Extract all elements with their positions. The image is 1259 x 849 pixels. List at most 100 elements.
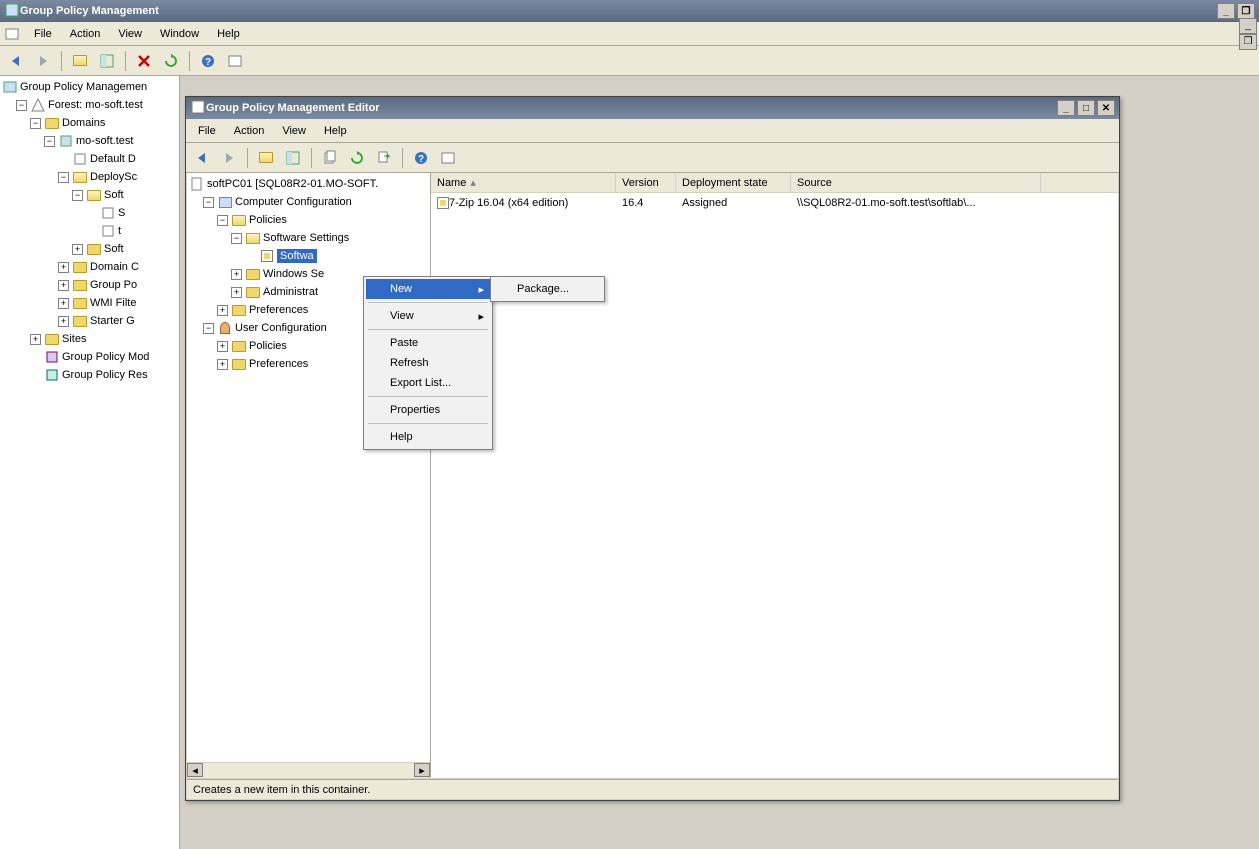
outer-tree[interactable]: Group Policy Managemen −Forest: mo-soft.… — [0, 76, 180, 849]
editor-tree-hscroll[interactable]: ◂ ▸ — [187, 762, 430, 778]
help-button[interactable]: ? — [196, 49, 220, 73]
outer-minimize-button[interactable]: _ — [1217, 3, 1235, 19]
ctx-help[interactable]: Help — [366, 427, 490, 447]
etree-compconf[interactable]: −Computer Configuration — [189, 193, 428, 211]
collapse-icon[interactable]: − — [231, 233, 242, 244]
expand-icon[interactable]: + — [30, 334, 41, 345]
outer-titlebar: Group Policy Management _ ❐ — [0, 0, 1259, 22]
expand-icon[interactable]: + — [217, 359, 228, 370]
col-name[interactable]: Name▴ — [431, 173, 616, 192]
outer-menu-window[interactable]: Window — [152, 25, 207, 43]
editor-export-button[interactable] — [372, 146, 396, 170]
expand-icon[interactable]: + — [72, 244, 83, 255]
tree-wmifilte[interactable]: +WMI Filte — [2, 294, 177, 312]
tree-defaultdc[interactable]: Default D — [2, 150, 177, 168]
tree-domain[interactable]: −mo-soft.test — [2, 132, 177, 150]
outer-menu-file[interactable]: File — [26, 25, 60, 43]
editor-options-button[interactable] — [436, 146, 460, 170]
collapse-icon[interactable]: − — [44, 136, 55, 147]
ctx-package[interactable]: Package... — [493, 279, 602, 299]
tree-root-label: Group Policy Managemen — [20, 81, 147, 93]
ctx-export[interactable]: Export List... — [366, 373, 490, 393]
outer-menu-help[interactable]: Help — [209, 25, 248, 43]
editor-up-button[interactable] — [254, 146, 278, 170]
ctx-refresh[interactable]: Refresh — [366, 353, 490, 373]
refresh-button[interactable] — [159, 49, 183, 73]
tree-sites[interactable]: +Sites — [2, 330, 177, 348]
tree-soft-s[interactable]: S — [2, 204, 177, 222]
tree-starterg[interactable]: +Starter G — [2, 312, 177, 330]
show-hide-tree-button[interactable] — [95, 49, 119, 73]
col-deploy[interactable]: Deployment state — [676, 173, 791, 192]
ctx-view[interactable]: View▸ — [366, 306, 490, 326]
expand-icon[interactable]: + — [58, 298, 69, 309]
ctx-properties[interactable]: Properties — [366, 400, 490, 420]
outer-menu-action[interactable]: Action — [62, 25, 109, 43]
mdi-restore-button[interactable]: ❐ — [1239, 34, 1257, 50]
scroll-right-icon[interactable]: ▸ — [414, 763, 430, 777]
tree-deploysc[interactable]: −DeploySc — [2, 168, 177, 186]
scroll-left-icon[interactable]: ◂ — [187, 763, 203, 777]
tree-soft1[interactable]: −Soft — [2, 186, 177, 204]
tree-forest[interactable]: −Forest: mo-soft.test — [2, 96, 177, 114]
ctx-paste[interactable]: Paste — [366, 333, 490, 353]
options-button[interactable] — [223, 49, 247, 73]
etree-softinst[interactable]: Softwa — [189, 247, 428, 265]
tree-soft-t[interactable]: t — [2, 222, 177, 240]
editor-forward-button[interactable] — [217, 146, 241, 170]
collapse-icon[interactable]: − — [58, 172, 69, 183]
delete-button[interactable] — [132, 49, 156, 73]
mdi-minimize-button[interactable]: _ — [1239, 18, 1257, 34]
expand-icon[interactable]: + — [217, 305, 228, 316]
collapse-icon[interactable]: − — [72, 190, 83, 201]
editor-menu-action[interactable]: Action — [226, 122, 273, 140]
editor-copy-button[interactable] — [318, 146, 342, 170]
back-button[interactable] — [4, 49, 28, 73]
editor-help-button[interactable]: ? — [409, 146, 433, 170]
col-source[interactable]: Source — [791, 173, 1041, 192]
forward-button[interactable] — [31, 49, 55, 73]
editor-menu-view[interactable]: View — [274, 122, 314, 140]
collapse-icon[interactable]: − — [203, 323, 214, 334]
editor-maximize-button[interactable]: □ — [1077, 100, 1095, 116]
editor-back-button[interactable] — [190, 146, 214, 170]
tree-domainc-label: Domain C — [90, 261, 139, 273]
editor-menu-file[interactable]: File — [190, 122, 224, 140]
editor-list[interactable]: Name▴ Version Deployment state Source 7-… — [431, 173, 1118, 778]
expand-icon[interactable]: + — [58, 316, 69, 327]
expand-icon[interactable]: + — [231, 269, 242, 280]
editor-minimize-button[interactable]: _ — [1057, 100, 1075, 116]
tree-grouppo[interactable]: +Group Po — [2, 276, 177, 294]
svg-text:?: ? — [205, 57, 211, 68]
editor-showtree-button[interactable] — [281, 146, 305, 170]
etree-softset[interactable]: −Software Settings — [189, 229, 428, 247]
collapse-icon[interactable]: − — [217, 215, 228, 226]
etree-uprefs-label: Preferences — [249, 358, 308, 370]
editor-refresh-button[interactable] — [345, 146, 369, 170]
editor-close-button[interactable]: ✕ — [1097, 100, 1115, 116]
tree-domains[interactable]: −Domains — [2, 114, 177, 132]
up-button[interactable] — [68, 49, 92, 73]
expand-icon[interactable]: + — [231, 287, 242, 298]
expand-icon[interactable]: + — [58, 280, 69, 291]
tree-gpmod[interactable]: Group Policy Mod — [2, 348, 177, 366]
list-row[interactable]: 7-Zip 16.04 (x64 edition) 16.4 Assigned … — [431, 193, 1118, 213]
collapse-icon[interactable]: − — [16, 100, 27, 111]
collapse-icon[interactable]: − — [203, 197, 214, 208]
etree-policies[interactable]: −Policies — [189, 211, 428, 229]
ctx-new[interactable]: New▸ — [366, 279, 490, 299]
tree-root[interactable]: Group Policy Managemen — [2, 78, 177, 96]
tree-soft2[interactable]: +Soft — [2, 240, 177, 258]
etree-prefs-label: Preferences — [249, 304, 308, 316]
editor-menu-help[interactable]: Help — [316, 122, 355, 140]
tree-gpres[interactable]: Group Policy Res — [2, 366, 177, 384]
editor-tree[interactable]: softPC01 [SQL08R2-01.MO-SOFT. −Computer … — [187, 173, 431, 778]
expand-icon[interactable]: + — [217, 341, 228, 352]
etree-root[interactable]: softPC01 [SQL08R2-01.MO-SOFT. — [189, 175, 428, 193]
col-version[interactable]: Version — [616, 173, 676, 192]
tree-domainc[interactable]: + Domain C — [2, 258, 177, 276]
collapse-icon[interactable]: − — [30, 118, 41, 129]
editor-titlebar[interactable]: Group Policy Management Editor _ □ ✕ — [186, 97, 1119, 119]
outer-menu-view[interactable]: View — [110, 25, 150, 43]
expand-icon[interactable]: + — [58, 262, 69, 273]
